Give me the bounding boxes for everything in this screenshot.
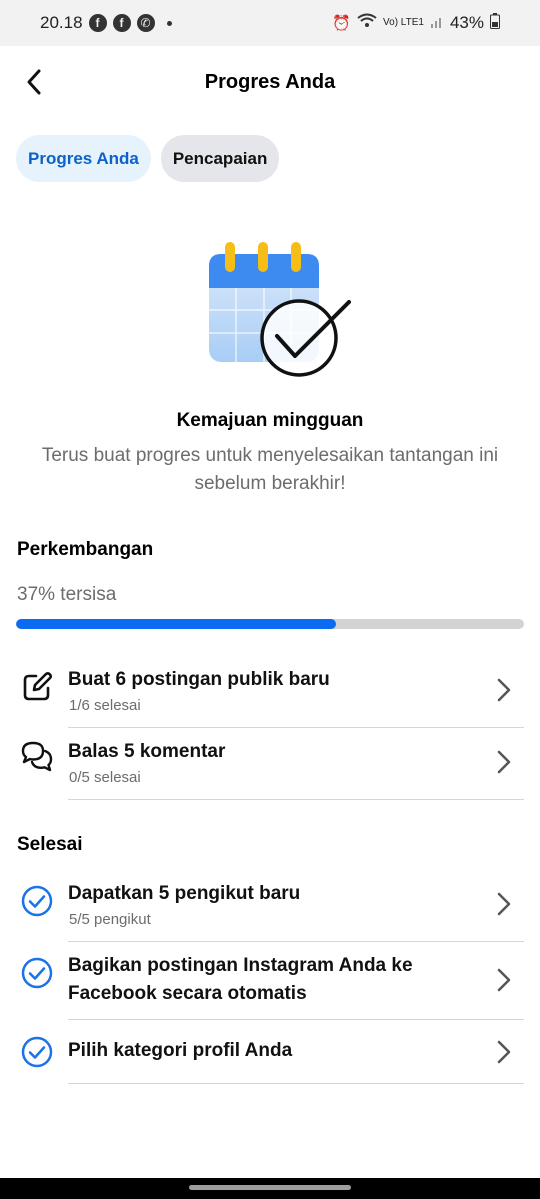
facebook-icon: f	[88, 14, 107, 32]
page-header: Progres Anda	[0, 46, 540, 118]
alarm-icon: ⏰	[332, 15, 352, 32]
progress-section-title: Perkembangan	[17, 539, 154, 560]
completed-title: Bagikan postingan Instagram Anda ke Face…	[68, 955, 413, 1004]
divider	[68, 941, 524, 942]
check-circle-icon	[20, 884, 54, 918]
task-title: Balas 5 komentar	[68, 741, 226, 762]
completed-row-followers[interactable]: Dapatkan 5 pengikut baru 5/5 pengikut	[0, 874, 540, 942]
progress-remaining-label: 37% tersisa	[17, 584, 117, 605]
chevron-right-icon	[494, 748, 514, 776]
chevron-right-icon	[494, 1038, 514, 1066]
completed-title: Pilih kategori profil Anda	[68, 1040, 293, 1061]
chat-bubbles-icon	[20, 740, 54, 774]
progress-bar-fill	[16, 619, 337, 629]
back-arrow-icon	[27, 69, 41, 95]
completed-subtitle: 5/5 pengikut	[69, 911, 151, 928]
divider	[68, 1019, 524, 1020]
home-gesture-handle[interactable]	[189, 1185, 351, 1190]
tab-progres-anda[interactable]: Progres Anda	[16, 135, 151, 182]
battery-level: 43%	[449, 13, 484, 32]
divider	[68, 1083, 524, 1084]
wifi-icon	[357, 13, 377, 34]
check-circle-icon	[20, 1035, 54, 1069]
chevron-right-icon	[494, 890, 514, 918]
chevron-right-icon	[494, 676, 514, 704]
progress-bar	[16, 619, 524, 629]
task-subtitle: 1/6 selesai	[69, 697, 141, 714]
network-label: Vo) LTE1	[383, 17, 424, 28]
completed-row-share-facebook[interactable]: Bagikan postingan Instagram Anda ke Face…	[0, 946, 540, 1020]
signal-icon	[430, 13, 444, 33]
divider	[68, 727, 524, 728]
battery-icon	[490, 12, 500, 34]
divider	[68, 799, 524, 800]
check-circle-icon	[20, 956, 54, 990]
task-row-posts[interactable]: Buat 6 postingan publik baru 1/6 selesai	[0, 660, 540, 728]
edit-icon	[20, 670, 54, 704]
system-nav-bar	[0, 1178, 540, 1199]
task-subtitle: 0/5 selesai	[69, 769, 141, 786]
more-notifications-icon	[166, 20, 172, 26]
tab-bar: Progres Anda Pencapaian	[16, 135, 280, 182]
task-title: Buat 6 postingan publik baru	[68, 669, 330, 690]
task-row-comments[interactable]: Balas 5 komentar 0/5 selesai	[0, 732, 540, 800]
status-time: 20.18	[40, 13, 83, 32]
chevron-right-icon	[494, 966, 514, 994]
tab-pencapaian[interactable]: Pencapaian	[160, 135, 280, 182]
whatsapp-icon: ✆	[136, 14, 155, 32]
status-bar: 20.18 f f ✆ ⏰ Vo) LTE1 43%	[0, 0, 540, 46]
hero-title: Kemajuan mingguan	[176, 410, 364, 431]
calendar-check-icon	[205, 240, 355, 380]
completed-row-profile-category[interactable]: Pilih kategori profil Anda	[0, 1024, 540, 1084]
completed-section-title: Selesai	[17, 834, 83, 855]
completed-title: Dapatkan 5 pengikut baru	[68, 883, 301, 904]
hero-description: Terus buat progres untuk menyelesaikan t…	[41, 445, 499, 494]
facebook-icon: f	[112, 14, 131, 32]
back-button[interactable]	[12, 60, 56, 104]
page-title: Progres Anda	[204, 70, 336, 93]
